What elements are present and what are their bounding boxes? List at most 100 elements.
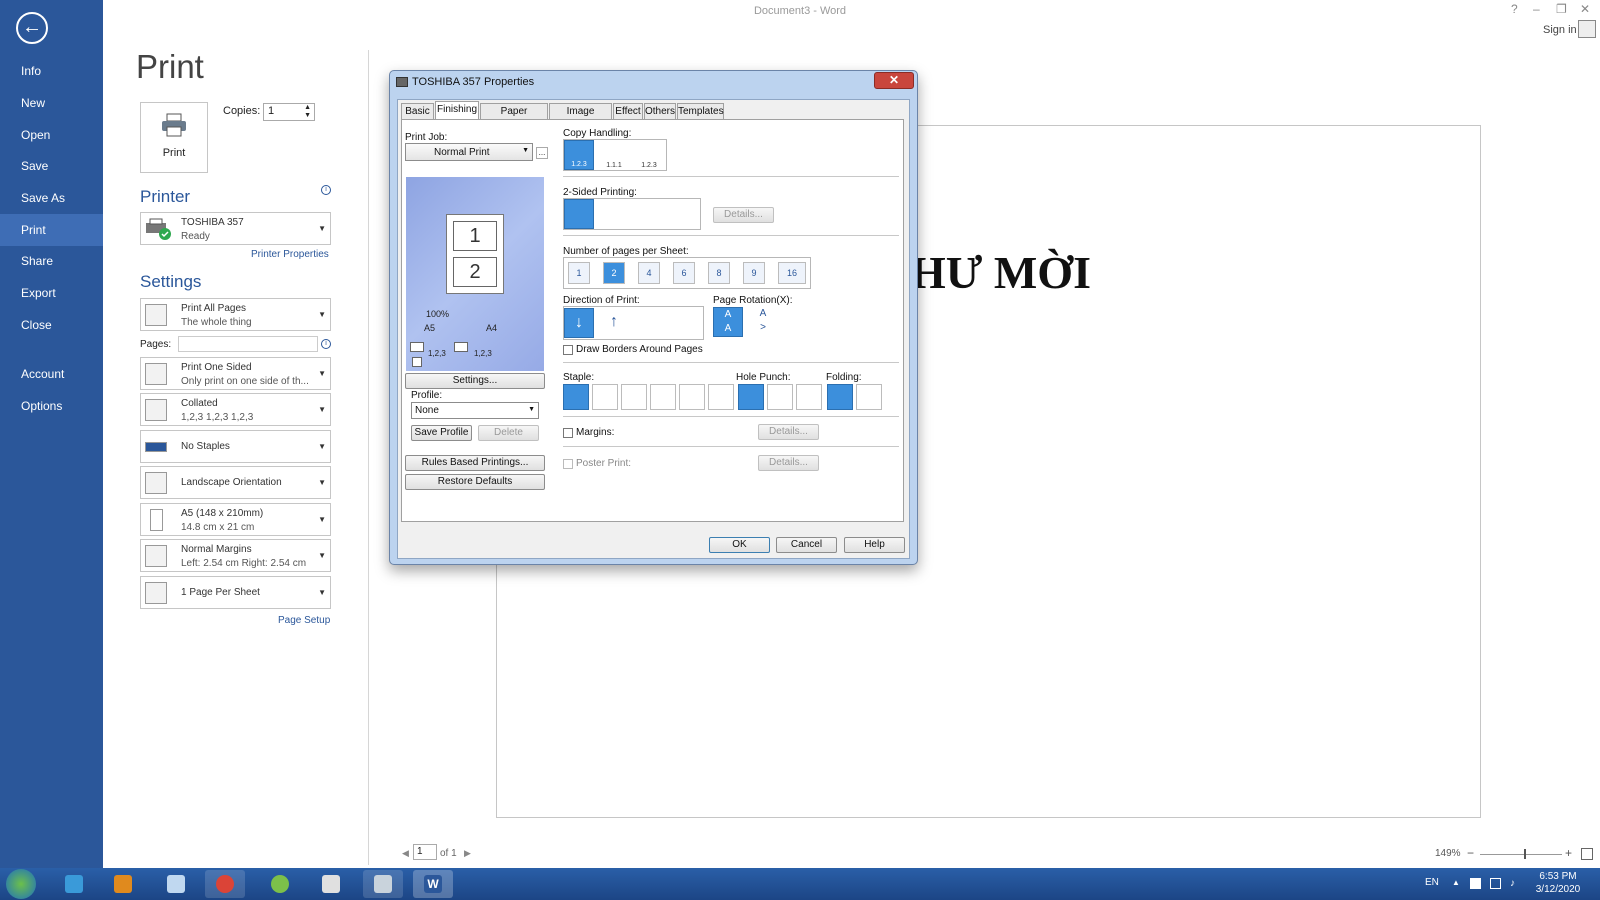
delete-profile-button[interactable]: Delete: [478, 425, 539, 441]
taskbar-chrome[interactable]: [205, 870, 245, 898]
nav-close[interactable]: Close: [0, 309, 103, 341]
cancel-button[interactable]: Cancel: [776, 537, 837, 553]
rotation-normal-option[interactable]: AA: [713, 307, 743, 337]
printer-select[interactable]: TOSHIBA 357 Ready ▼: [140, 212, 331, 245]
nav-open[interactable]: Open: [0, 119, 103, 151]
pages-per-sheet-select[interactable]: 1 Page Per Sheet ▼: [140, 576, 331, 609]
poster-print-checkbox[interactable]: [563, 459, 573, 469]
sides-select[interactable]: Print One Sided Only print on one side of…: [140, 357, 331, 390]
page-setup-link[interactable]: Page Setup: [278, 615, 330, 626]
nav-account[interactable]: Account: [0, 358, 103, 390]
printer-properties-link[interactable]: Printer Properties: [251, 249, 329, 260]
pps-1[interactable]: 1: [568, 262, 590, 284]
zoom-out-icon[interactable]: −: [1467, 846, 1474, 860]
minimize-icon[interactable]: –: [1533, 2, 1540, 16]
tab-paper-handling[interactable]: Paper Handling: [480, 103, 548, 132]
dialog-close-button[interactable]: ✕: [874, 72, 914, 89]
nav-save[interactable]: Save: [0, 150, 103, 182]
pps-4[interactable]: 4: [638, 262, 660, 284]
punch-left-option[interactable]: [767, 384, 793, 410]
nav-new[interactable]: New: [0, 87, 103, 119]
taskbar-media-player[interactable]: [103, 870, 143, 898]
nav-options[interactable]: Options: [0, 390, 103, 422]
back-arrow-icon[interactable]: ←: [16, 12, 48, 44]
fit-page-icon[interactable]: [1581, 848, 1593, 860]
tablet-option[interactable]: [634, 199, 664, 229]
nav-print[interactable]: Print: [0, 214, 103, 246]
page-number-input[interactable]: 1: [413, 844, 437, 860]
spinner-arrows-icon[interactable]: ▲ ▼: [304, 104, 311, 120]
margins-checkbox[interactable]: [563, 428, 573, 438]
offset-option[interactable]: 1.2.3: [634, 140, 664, 170]
sign-in-link[interactable]: Sign in: [1543, 24, 1577, 36]
taskbar-calculator[interactable]: [363, 870, 403, 898]
zoom-level[interactable]: 149%: [1435, 848, 1461, 859]
help-icon[interactable]: ?: [1511, 2, 1518, 16]
tray-expand-icon[interactable]: ▲: [1452, 878, 1460, 887]
zoom-slider[interactable]: [1480, 854, 1562, 855]
taskbar-explorer[interactable]: [156, 870, 196, 898]
no-staple-option[interactable]: [563, 384, 589, 410]
taskbar-paint[interactable]: [311, 870, 351, 898]
pps-2[interactable]: 2: [603, 262, 625, 284]
no-punch-option[interactable]: [738, 384, 764, 410]
direction-down-icon[interactable]: ↓: [564, 308, 594, 338]
paper-size-select[interactable]: A5 (148 x 210mm) 14.8 cm x 21 cm ▼: [140, 503, 331, 536]
print-button[interactable]: Print: [140, 102, 208, 173]
zoom-slider-thumb[interactable]: [1524, 849, 1526, 859]
info-icon[interactable]: i: [321, 185, 331, 195]
user-avatar-icon[interactable]: [1578, 20, 1596, 38]
copies-stepper[interactable]: 1 ▲ ▼: [263, 103, 315, 121]
print-job-select[interactable]: Normal Print ▼: [405, 143, 533, 161]
restore-icon[interactable]: ❐: [1556, 2, 1567, 16]
language-indicator[interactable]: EN: [1425, 877, 1439, 888]
pps-6[interactable]: 6: [673, 262, 695, 284]
print-range-select[interactable]: Print All Pages The whole thing ▼: [140, 298, 331, 331]
profile-select[interactable]: None ▼: [411, 402, 539, 419]
taskbar-app-green[interactable]: [260, 870, 300, 898]
info-icon[interactable]: i: [321, 339, 331, 349]
staple-select[interactable]: No Staples ▼: [140, 430, 331, 463]
taskbar-ie[interactable]: [54, 870, 94, 898]
volume-icon[interactable]: ♪: [1510, 878, 1515, 889]
zoom-in-icon[interactable]: +: [1565, 846, 1572, 860]
collate-option[interactable]: 1.2.3: [564, 140, 594, 170]
close-window-icon[interactable]: ✕: [1580, 2, 1590, 16]
tab-others[interactable]: Others: [644, 103, 676, 119]
help-button[interactable]: Help: [844, 537, 905, 553]
pps-9[interactable]: 9: [743, 262, 765, 284]
margins-details-button[interactable]: Details...: [758, 424, 819, 440]
no-fold-option[interactable]: [827, 384, 853, 410]
two-sided-details-button[interactable]: Details...: [713, 207, 774, 223]
tab-image-quality[interactable]: Image Quality: [549, 103, 612, 132]
taskbar-clock[interactable]: 6:53 PM 3/12/2020: [1528, 870, 1588, 896]
collation-select[interactable]: Collated 1,2,3 1,2,3 1,2,3 ▼: [140, 393, 331, 426]
booklet-option[interactable]: [669, 199, 699, 229]
draw-borders-checkbox[interactable]: [563, 345, 573, 355]
poster-details-button[interactable]: Details...: [758, 455, 819, 471]
staple-top-right-option[interactable]: [621, 384, 647, 410]
staple-top-double-option[interactable]: [650, 384, 676, 410]
pps-16[interactable]: 16: [778, 262, 806, 284]
ok-button[interactable]: OK: [709, 537, 770, 553]
nav-share[interactable]: Share: [0, 245, 103, 277]
one-sided-option[interactable]: [564, 199, 594, 229]
direction-up-icon[interactable]: ↑: [599, 308, 629, 338]
save-profile-button[interactable]: Save Profile: [411, 425, 472, 441]
prev-page-icon[interactable]: ◀: [402, 848, 409, 859]
rotation-rotated-option[interactable]: A >: [748, 307, 778, 337]
network-icon[interactable]: [1490, 878, 1501, 889]
start-button[interactable]: [6, 869, 36, 899]
tab-effect[interactable]: Effect: [613, 103, 643, 119]
pages-input[interactable]: [178, 336, 318, 352]
staple-left-double-option[interactable]: [679, 384, 705, 410]
book-option[interactable]: [599, 199, 629, 229]
tab-finishing[interactable]: Finishing: [435, 101, 479, 120]
more-options-button[interactable]: ...: [536, 147, 548, 159]
rules-based-button[interactable]: Rules Based Printings...: [405, 455, 545, 471]
tab-templates[interactable]: Templates: [677, 103, 724, 119]
pps-8[interactable]: 8: [708, 262, 730, 284]
group-option[interactable]: 1.1.1: [599, 140, 629, 170]
next-page-icon[interactable]: ▶: [464, 848, 471, 859]
nav-info[interactable]: Info: [0, 55, 103, 87]
